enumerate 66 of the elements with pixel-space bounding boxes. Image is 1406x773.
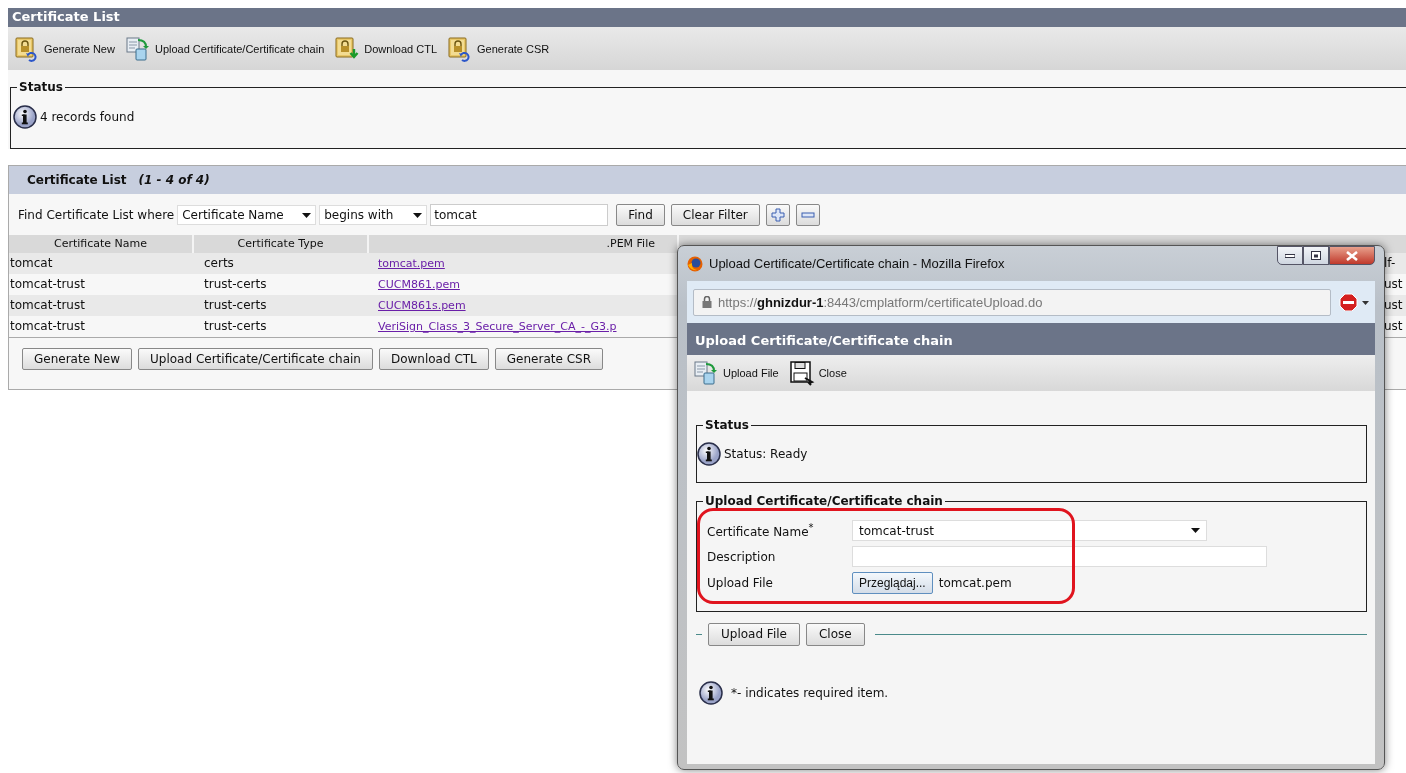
table-cell: tomcat-trust (9, 295, 194, 316)
maximize-icon (1311, 251, 1321, 260)
field-dropdown[interactable]: Certificate Name (177, 205, 317, 225)
file-link[interactable]: tomcat.pem (378, 257, 445, 270)
action-button[interactable]: Download CTL (378, 348, 489, 370)
find-button[interactable]: Find (616, 204, 665, 226)
file-link[interactable]: VeriSign_Class_3_Secure_Server_CA_-_G3.p (378, 320, 617, 333)
action-button[interactable]: Generate New (22, 348, 133, 370)
file-link[interactable]: CUCM861s.pem (378, 299, 466, 312)
caret-icon (302, 212, 312, 218)
field-label: Certificate Name$^{*}$ (707, 522, 815, 539)
page-title: Certificate List (8, 8, 1406, 27)
field-label: Description (707, 549, 777, 564)
action-button[interactable]: Upload Certificate/Certificate chain (138, 348, 373, 370)
window-title: Upload Certificate/Certificate chain - Mozilla Firefox (709, 256, 1005, 271)
toolbar-button[interactable]: Upload File (693, 360, 779, 386)
url-text: https://ghnizdur-1:8443/cmplatform/certificateUpload.do (718, 294, 1043, 310)
info-icon (13, 105, 37, 129)
action-button[interactable]: Close (805, 622, 865, 646)
status-message: Status: Ready (724, 447, 808, 461)
floppy-disk-icon (788, 360, 815, 386)
find-label: Find Certificate List where (18, 208, 175, 222)
caret-icon (413, 212, 423, 218)
lock-icon (702, 296, 712, 308)
plus-icon (770, 208, 785, 222)
table-cell: certs (194, 253, 369, 274)
document-upload-icon (124, 35, 151, 62)
panel-title: Certificate List (27, 173, 127, 187)
table-cell: tomcat (9, 253, 194, 274)
file-name: tomcat.pem (938, 576, 1012, 590)
toolbar-button[interactable]: Close (788, 360, 847, 386)
info-icon (699, 681, 723, 705)
column-header: .PEM File (369, 235, 679, 253)
browser-logo-icon (687, 255, 703, 272)
field-label: Upload File (707, 576, 774, 590)
address-bar[interactable]: https://ghnizdur-1:8443/cmplatform/certificateUpload.do (693, 288, 1331, 316)
column-header: Certificate Type (194, 235, 369, 253)
clear-filter-button[interactable]: Clear Filter (670, 204, 760, 226)
document-upload-icon (693, 360, 719, 386)
table-cell: trust-certs (194, 295, 369, 316)
close-button[interactable] (1329, 246, 1375, 265)
caret-icon (1191, 528, 1200, 533)
browse-button[interactable]: Przeglądaj... (852, 572, 933, 594)
dialog-header: Upload Certificate/Certificate chain (687, 323, 1375, 355)
add-criteria-button[interactable] (765, 204, 790, 226)
toolbar-button[interactable]: Generate CSR (447, 35, 550, 62)
adblock-stop-icon (1339, 293, 1369, 311)
remove-criteria-button[interactable] (795, 204, 820, 226)
minimize-button[interactable] (1277, 246, 1303, 265)
file-link[interactable]: CUCM861.pem (378, 278, 460, 291)
record-range: (1 - 4 of 4) (138, 173, 210, 187)
action-button[interactable]: Upload File (708, 622, 800, 646)
description-field[interactable] (852, 546, 1267, 567)
toolbar-button[interactable]: Download CTL (334, 35, 438, 62)
search-field[interactable]: tomcat (430, 204, 609, 226)
info-icon (697, 442, 721, 466)
toolbar-button[interactable]: Upload Certificate/Certificate chain (124, 35, 325, 62)
maximize-button[interactable] (1303, 246, 1329, 265)
action-button[interactable]: Generate CSR (494, 348, 603, 370)
toolbar-button[interactable]: Generate New (14, 35, 115, 62)
operator-dropdown[interactable]: begins with (319, 205, 428, 225)
column-header: Certificate Name (9, 235, 194, 253)
status-message: 4 records found (40, 110, 135, 124)
required-note: *- indicates required item. (731, 686, 889, 700)
select-field[interactable]: tomcat-trust (852, 520, 1207, 541)
close-icon (1346, 250, 1358, 261)
